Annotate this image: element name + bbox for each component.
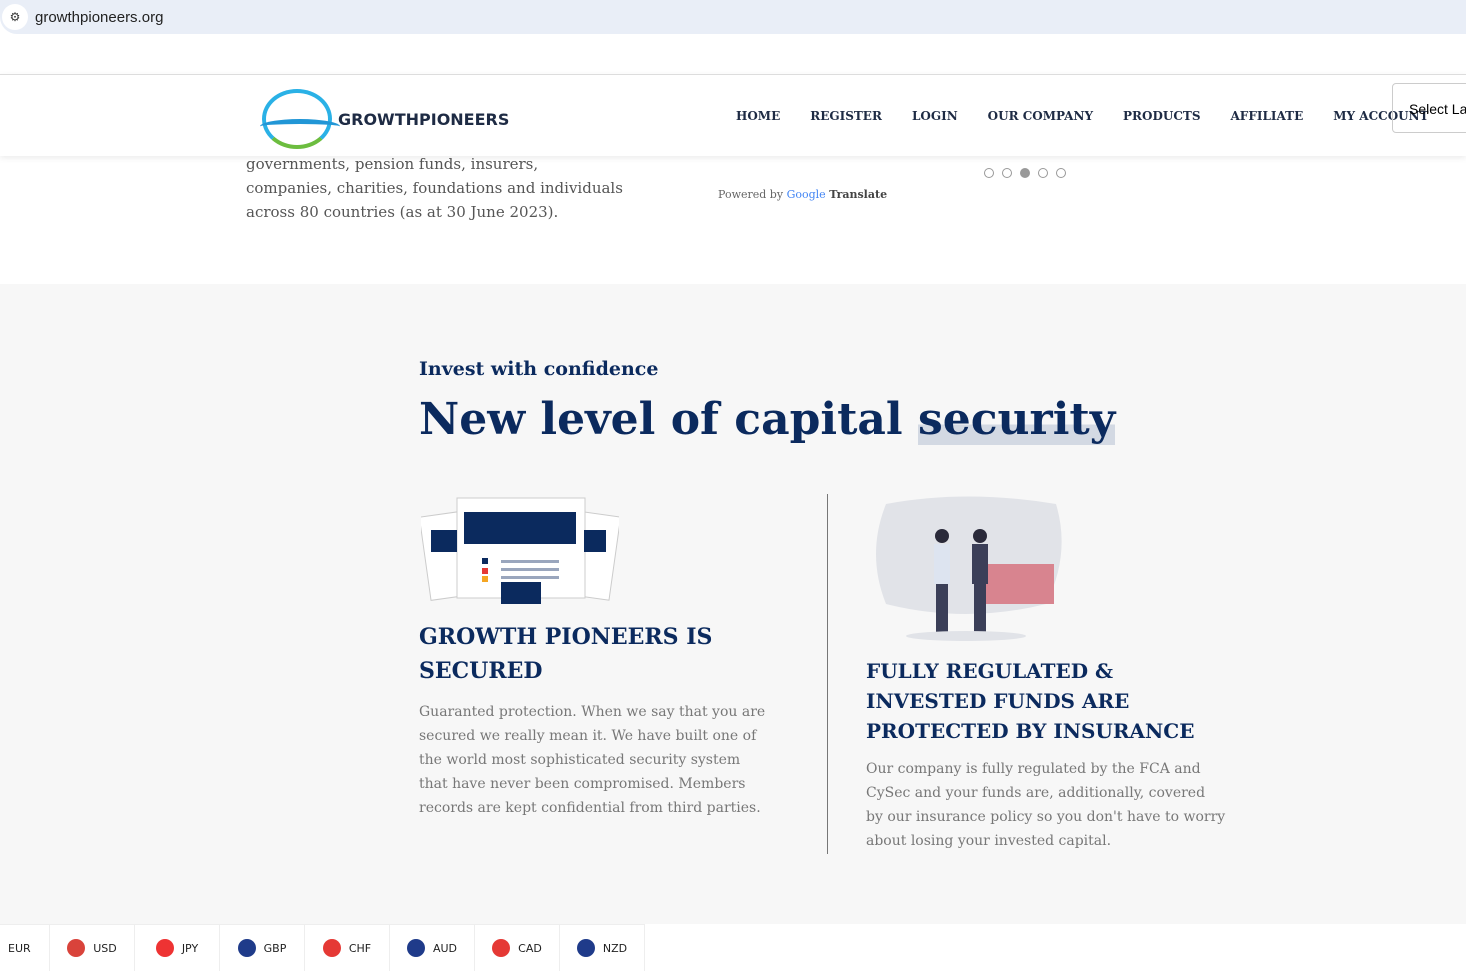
- nav-home[interactable]: HOME: [736, 109, 780, 123]
- aud-flag-icon: [406, 939, 425, 957]
- currency-code: CHF: [348, 941, 372, 955]
- google-label: Google: [786, 188, 826, 201]
- carousel-dot[interactable]: [1038, 168, 1048, 178]
- currency-item-gbp[interactable]: GBP: [220, 925, 305, 971]
- gbp-flag-icon: [237, 939, 256, 957]
- site-settings-icon[interactable]: ⚙: [2, 4, 28, 30]
- currency-code: AUD: [432, 941, 458, 955]
- currency-item-nzd[interactable]: NZD: [560, 925, 645, 971]
- currency-ticker: EUR USD JPY GBP CHF AUD CAD NZD: [0, 924, 645, 971]
- logo-mark-icon: [260, 89, 340, 149]
- intro-text: governments, pension funds, insurers, co…: [246, 155, 623, 221]
- brand-name: GROWTHPIONEERS: [338, 109, 510, 129]
- business-handshake-illustration: [876, 496, 1062, 641]
- usd-flag-icon: [67, 939, 86, 957]
- nav-affiliate[interactable]: AFFILIATE: [1231, 109, 1304, 123]
- url-text[interactable]: growthpioneers.org: [35, 9, 163, 26]
- language-select[interactable]: Select Language: [1392, 83, 1466, 133]
- title-highlight: security: [917, 394, 1116, 445]
- address-bar[interactable]: ⚙ growthpioneers.org: [0, 0, 1466, 34]
- feature-title-secured: GROWTH PIONEERS IS SECURED: [419, 624, 713, 684]
- currency-item-cad[interactable]: CAD: [475, 925, 560, 971]
- main-nav: HOME REGISTER LOGIN OUR COMPANY PRODUCTS…: [736, 109, 1429, 123]
- powered-by-label: Powered by: [718, 188, 784, 201]
- feature-text-secured: Guaranted protection. When we say that y…: [419, 704, 766, 816]
- currency-item-aud[interactable]: AUD: [390, 925, 475, 971]
- nav-products[interactable]: PRODUCTS: [1123, 109, 1200, 123]
- security-section: Invest with confidence New level of capi…: [0, 284, 1466, 924]
- carousel-dot[interactable]: [1056, 168, 1066, 178]
- currency-item-chf[interactable]: CHF: [305, 925, 390, 971]
- site-header: GROWTHPIONEERS HOME REGISTER LOGIN OUR C…: [0, 74, 1466, 156]
- currency-code: EUR: [8, 941, 31, 955]
- google-translate-credit[interactable]: Powered by Google Translate: [718, 188, 887, 201]
- carousel-dots: [984, 168, 1066, 178]
- jpy-flag-icon: [155, 939, 174, 957]
- carousel-dot-active[interactable]: [1020, 168, 1030, 178]
- carousel-dot[interactable]: [984, 168, 994, 178]
- nav-login[interactable]: LOGIN: [912, 109, 958, 123]
- chf-flag-icon: [322, 939, 341, 957]
- title-part: New level of capital: [419, 394, 903, 445]
- feature-title-regulated: FULLY REGULATED & INVESTED FUNDS ARE PRO…: [866, 659, 1195, 743]
- currency-code: JPY: [181, 941, 199, 955]
- nav-register[interactable]: REGISTER: [810, 109, 882, 123]
- currency-code: NZD: [602, 941, 628, 955]
- translate-label: Translate: [829, 188, 888, 201]
- currency-item-jpy[interactable]: JPY: [135, 925, 220, 971]
- nzd-flag-icon: [576, 939, 595, 957]
- logo[interactable]: GROWTHPIONEERS: [260, 89, 510, 149]
- currency-code: CAD: [518, 941, 542, 955]
- secure-website-illustration: [421, 497, 619, 604]
- currency-item-usd[interactable]: USD: [50, 925, 135, 971]
- cad-flag-icon: [492, 939, 511, 957]
- nav-our-company[interactable]: OUR COMPANY: [988, 109, 1093, 123]
- feature-text-regulated: Our company is fully regulated by the FC…: [866, 761, 1226, 849]
- section-title: New level of capital security: [419, 394, 1116, 445]
- section-kicker: Invest with confidence: [419, 358, 659, 380]
- currency-item-eur[interactable]: EUR: [0, 925, 50, 971]
- column-divider: [827, 494, 828, 854]
- currency-code: GBP: [263, 941, 287, 955]
- carousel-dot[interactable]: [1002, 168, 1012, 178]
- currency-code: USD: [93, 941, 117, 955]
